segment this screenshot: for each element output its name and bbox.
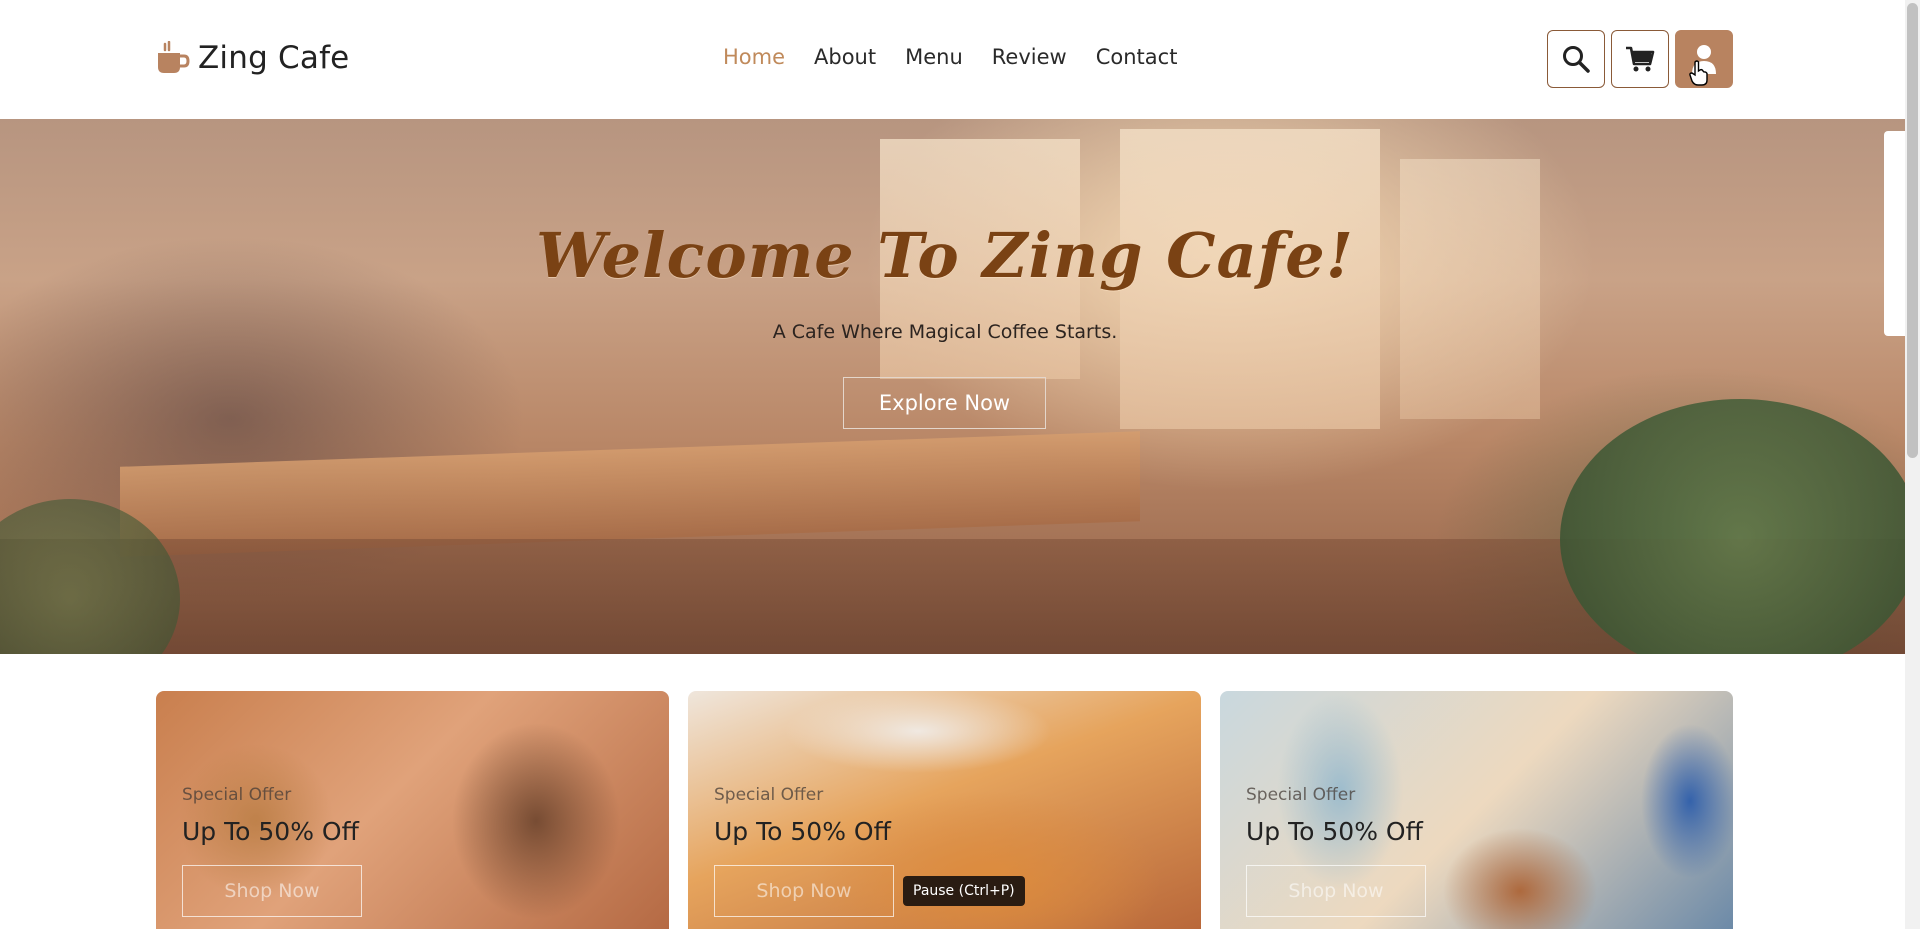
scrollbar-thumb[interactable] bbox=[1907, 3, 1918, 458]
explore-now-button[interactable]: Explore Now bbox=[843, 377, 1046, 429]
offer-label: Special Offer bbox=[182, 785, 292, 805]
cart-button[interactable] bbox=[1611, 30, 1669, 88]
offer-card: Special Offer Up To 50% Off Shop Now bbox=[156, 691, 669, 929]
offer-title: Up To 50% Off bbox=[714, 817, 891, 846]
coffee-cup-icon bbox=[158, 41, 190, 73]
offer-card: Special Offer Up To 50% Off Shop Now bbox=[1220, 691, 1733, 929]
offer-title: Up To 50% Off bbox=[1246, 817, 1423, 846]
hero-title: Welcome To Zing Cafe! bbox=[536, 219, 1354, 292]
brand-logo[interactable]: Zing Cafe bbox=[156, 40, 349, 76]
offer-label: Special Offer bbox=[1246, 785, 1356, 805]
hero-plant-decoration bbox=[1560, 399, 1905, 654]
search-button[interactable] bbox=[1547, 30, 1605, 88]
hand-cursor-icon bbox=[1689, 60, 1708, 86]
nav-item-about[interactable]: About bbox=[814, 45, 876, 69]
hero-counter-decoration bbox=[120, 431, 1140, 557]
brand-name: Zing Cafe bbox=[198, 40, 350, 76]
pause-tooltip: Pause (Ctrl+P) bbox=[903, 876, 1025, 906]
shop-now-button[interactable]: Shop Now bbox=[714, 865, 894, 917]
hero-subtitle: A Cafe Where Magical Coffee Starts. bbox=[772, 321, 1118, 343]
shop-now-button[interactable]: Shop Now bbox=[182, 865, 362, 917]
shop-now-button[interactable]: Shop Now bbox=[1246, 865, 1426, 917]
nav-item-review[interactable]: Review bbox=[992, 45, 1067, 69]
side-panel-tab[interactable] bbox=[1884, 131, 1905, 336]
search-icon bbox=[1563, 46, 1590, 73]
nav-item-menu[interactable]: Menu bbox=[905, 45, 963, 69]
site-header: Zing Cafe Home About Menu Review Contact bbox=[0, 0, 1905, 119]
nav-item-contact[interactable]: Contact bbox=[1096, 45, 1178, 69]
nav-item-home[interactable]: Home bbox=[723, 45, 785, 69]
main-nav: Home About Menu Review Contact bbox=[723, 45, 1206, 69]
page-scrollbar[interactable] bbox=[1905, 0, 1920, 929]
cart-icon bbox=[1626, 46, 1655, 72]
hero-banner: Welcome To Zing Cafe! A Cafe Where Magic… bbox=[0, 119, 1905, 654]
offer-label: Special Offer bbox=[714, 785, 824, 805]
offer-title: Up To 50% Off bbox=[182, 817, 359, 846]
